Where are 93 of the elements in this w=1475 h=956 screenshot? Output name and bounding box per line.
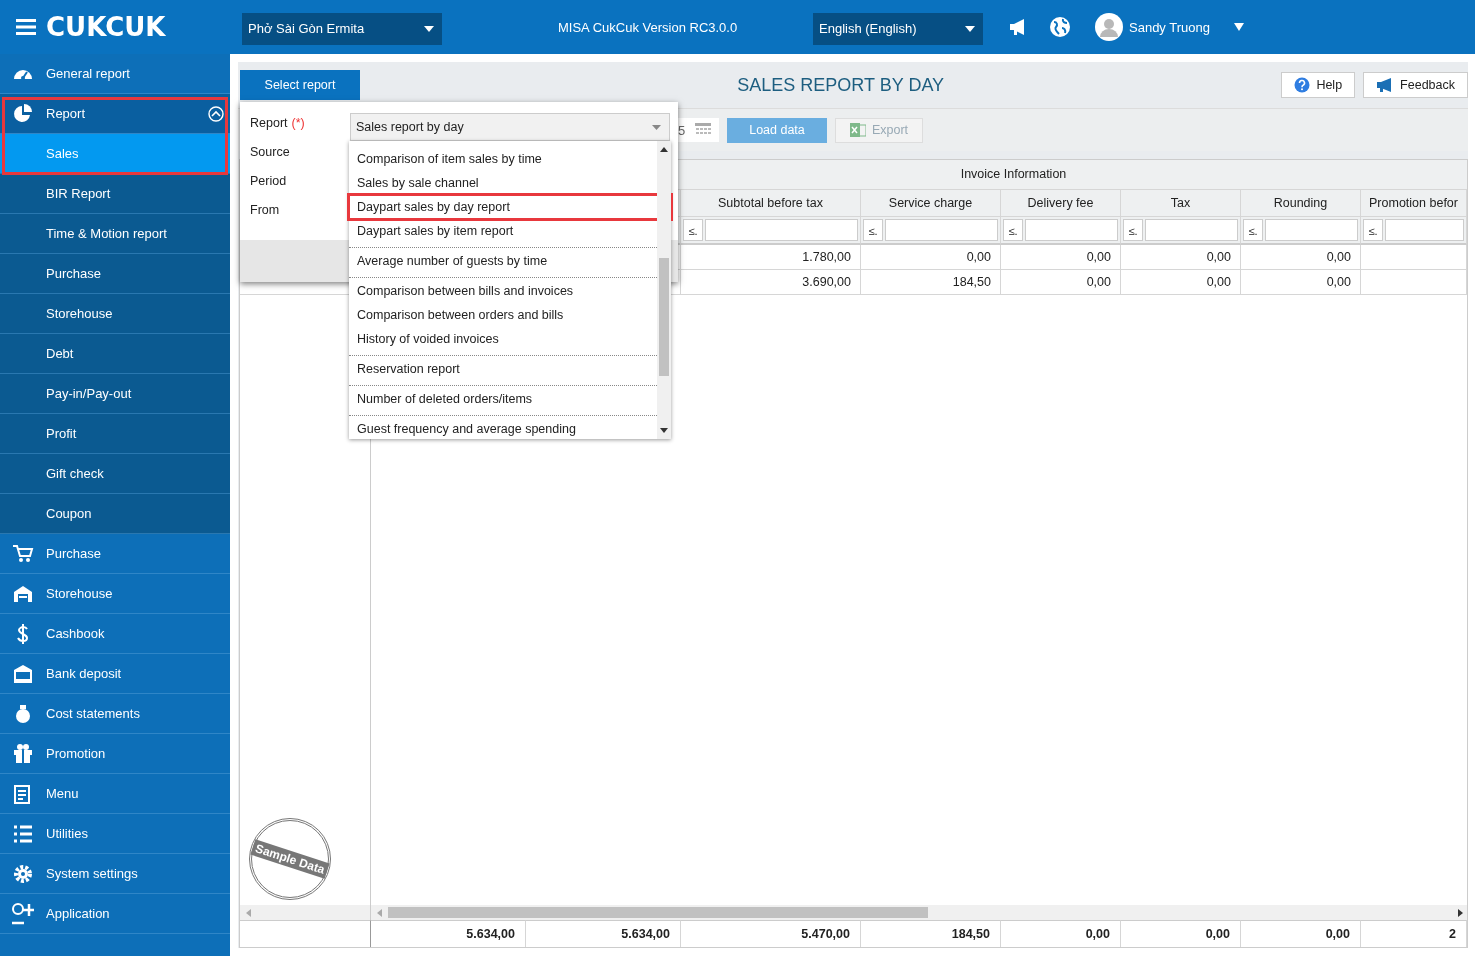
scroll-left-icon xyxy=(246,908,251,917)
nav-subitem[interactable]: Gift check xyxy=(0,454,230,494)
nav-subitem[interactable]: Debt xyxy=(0,334,230,374)
pie-chart-icon xyxy=(12,102,34,125)
nav-item[interactable]: Bank deposit xyxy=(0,654,230,694)
scroll-left-icon xyxy=(377,908,382,917)
filter-input[interactable] xyxy=(705,219,858,241)
person-plus-icon xyxy=(12,902,34,925)
nav-item[interactable]: Promotion xyxy=(0,734,230,774)
scroll-right-icon xyxy=(1458,908,1463,917)
nav-subitem[interactable]: Time & Motion report xyxy=(0,214,230,254)
feedback-button[interactable]: Feedback xyxy=(1363,72,1468,98)
filter-operator[interactable]: ≤. xyxy=(863,219,883,241)
nav-item[interactable]: Report xyxy=(0,94,230,134)
filter-operator[interactable]: ≤. xyxy=(683,219,703,241)
table-cell: 0,00 xyxy=(861,245,1001,270)
filter-input[interactable] xyxy=(1265,219,1358,241)
dropdown-option[interactable]: Comparison between orders and bills xyxy=(349,303,657,327)
table-cell: 0,00 xyxy=(1001,245,1121,270)
table-cell: 0,00 xyxy=(1241,245,1361,270)
filter-operator[interactable]: ≤. xyxy=(1243,219,1263,241)
filter-input[interactable] xyxy=(1025,219,1118,241)
nav-item[interactable]: Application xyxy=(0,894,230,934)
bank-icon xyxy=(12,662,34,685)
field-label: Report xyxy=(250,116,288,132)
column-header: Rounding xyxy=(1241,190,1361,217)
report-select[interactable]: Sales report by day xyxy=(350,113,670,141)
table-cell: 0,00 xyxy=(1241,270,1361,295)
caret-icon xyxy=(424,25,434,32)
nav-subitem[interactable]: Purchase xyxy=(0,254,230,294)
filter-input[interactable] xyxy=(885,219,998,241)
scroll-up-icon xyxy=(660,147,668,152)
nav-subitem[interactable]: Storehouse xyxy=(0,294,230,334)
report-tab[interactable]: Select report xyxy=(240,70,360,100)
nav-item[interactable]: Cashbook xyxy=(0,614,230,654)
avatar-icon xyxy=(1095,13,1123,41)
table-cell: 184,50 xyxy=(861,270,1001,295)
dropdown-option[interactable]: Guest frequency and average spending xyxy=(349,417,657,441)
language-dropdown[interactable]: English (English) xyxy=(813,12,983,45)
table-cell: 0,00 xyxy=(1001,270,1121,295)
vertical-scrollbar[interactable] xyxy=(657,141,671,439)
column-header: Service charge xyxy=(861,190,1001,217)
user-menu[interactable]: Sandy Truong xyxy=(1095,13,1210,41)
date-field[interactable]: 5 xyxy=(677,118,719,142)
nav-item[interactable]: Cost statements xyxy=(0,694,230,734)
column-header: Delivery fee xyxy=(1001,190,1121,217)
calendar-icon xyxy=(695,123,712,137)
gift-icon xyxy=(12,742,34,765)
chevron-up-icon xyxy=(208,105,224,122)
filter-operator[interactable]: ≤. xyxy=(1363,219,1383,241)
nav-subitem[interactable]: BIR Report xyxy=(0,174,230,214)
globe-icon xyxy=(1049,16,1071,38)
table-cell: 0,00 xyxy=(1121,245,1241,270)
nav-item[interactable]: Menu xyxy=(0,774,230,814)
column-header: Promotion befor xyxy=(1361,190,1467,217)
nav-item[interactable]: System settings xyxy=(0,854,230,894)
column-header: Tax xyxy=(1121,190,1241,217)
filter-input[interactable] xyxy=(1145,219,1238,241)
spreadsheet-icon xyxy=(849,122,866,138)
caret-icon xyxy=(965,25,975,32)
filter-operator[interactable]: ≤. xyxy=(1123,219,1143,241)
version-text: MISA CukCuk Version RC3.0.0 xyxy=(558,19,739,35)
required-mark: (*) xyxy=(291,116,305,132)
table-cell: 0,00 xyxy=(1121,270,1241,295)
table-cell: 1.780,00 xyxy=(681,245,861,270)
horizontal-scrollbar[interactable] xyxy=(371,905,1467,920)
field-label: Period xyxy=(250,174,287,190)
nav-item[interactable]: Purchase xyxy=(0,534,230,574)
help-icon xyxy=(1294,77,1311,93)
restaurant-dropdown[interactable]: Phở Sài Gòn Ermita xyxy=(242,12,442,45)
megaphone-icon xyxy=(1009,19,1027,35)
menu-icon xyxy=(16,19,36,35)
field-label: From xyxy=(250,203,280,219)
nav-subitem[interactable]: Profit xyxy=(0,414,230,454)
nav-subitem[interactable]: Coupon xyxy=(0,494,230,534)
nav-item[interactable]: Utilities xyxy=(0,814,230,854)
app-logo: CUKCUK xyxy=(46,12,166,42)
nav-item[interactable]: Storehouse xyxy=(0,574,230,614)
dropdown-option[interactable]: Comparison between bills and invoices xyxy=(349,279,657,303)
nav-subitem[interactable]: Pay-in/Pay-out xyxy=(0,374,230,414)
dropdown-option[interactable]: Daypart sales by day report xyxy=(349,195,671,219)
settings-icon xyxy=(12,862,34,885)
scroll-down-icon xyxy=(660,428,668,433)
caret-icon xyxy=(1233,23,1244,31)
cart-icon xyxy=(12,542,34,565)
report-title: SALES REPORT BY DAY xyxy=(736,74,946,96)
column-header: Subtotal before tax xyxy=(681,190,861,217)
filter-input[interactable] xyxy=(1385,219,1464,241)
filter-operator[interactable]: ≤. xyxy=(1003,219,1023,241)
caret-icon xyxy=(652,124,661,130)
help-button[interactable]: Help xyxy=(1281,72,1356,98)
field-label: Source xyxy=(250,145,290,161)
table-cell: 3.690,00 xyxy=(681,270,861,295)
